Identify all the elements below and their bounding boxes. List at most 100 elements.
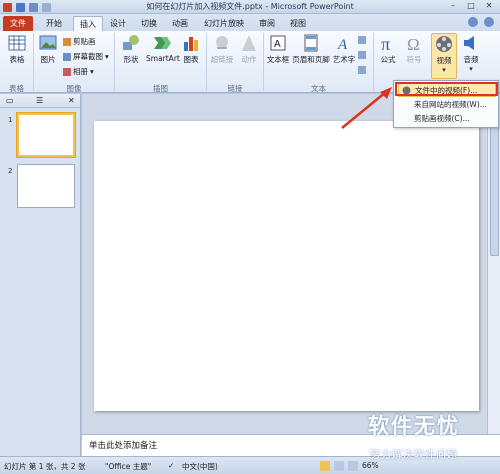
tab-file[interactable]: 文件 — [3, 16, 33, 31]
slide-thumbnail-1[interactable] — [17, 113, 75, 157]
textbox-label: 文本框 — [266, 55, 290, 64]
wordart-label: 艺术字 — [332, 55, 356, 64]
wordart-icon: A — [337, 37, 348, 52]
screenshot-button[interactable]: 屏幕截图 ▾ — [63, 51, 109, 62]
ribbon-controls — [468, 17, 494, 27]
vertical-scrollbar[interactable] — [487, 94, 500, 434]
hash-icon — [358, 51, 366, 59]
spellcheck-icon[interactable]: ✓ — [168, 461, 174, 470]
chevron-down-icon: ▾ — [105, 52, 109, 61]
normal-view-icon[interactable] — [320, 461, 330, 471]
scrollbar-thumb[interactable] — [490, 106, 499, 256]
tab-insert[interactable]: 插入 — [73, 16, 103, 31]
symbol-button[interactable]: Ω 符号 — [402, 34, 426, 65]
header-footer-button[interactable]: 页眉和页脚 — [292, 34, 330, 65]
menu-item-video-from-website[interactable]: 来自网站的视频(W)... — [398, 98, 496, 112]
video-button[interactable]: 视频 ▾ — [431, 33, 457, 79]
smartart-button[interactable]: SmartArt — [146, 34, 180, 63]
shapes-button[interactable]: 形状 — [118, 34, 144, 65]
picture-label: 图片 — [40, 55, 56, 64]
group-label-images: 图像 — [66, 84, 82, 93]
tab-slideshow[interactable]: 幻灯片放映 — [200, 16, 248, 31]
svg-text:Ω: Ω — [407, 35, 420, 52]
svg-text:π: π — [381, 34, 390, 52]
title-bar: 如何在幻灯片加入视频文件.pptx - Microsoft PowerPoint… — [0, 0, 500, 14]
textbox-icon: A — [270, 35, 286, 51]
slide-number-button[interactable] — [358, 51, 366, 59]
window-controls: – □ ✕ — [444, 0, 498, 12]
header-footer-icon — [304, 34, 318, 52]
minimize-ribbon-icon[interactable] — [468, 17, 478, 27]
clipart-label: 剪贴画 — [73, 37, 96, 46]
slides-tab-icon[interactable]: ▭ — [6, 96, 14, 105]
clipart-button[interactable]: 剪贴画 — [63, 36, 96, 47]
tab-transitions[interactable]: 切换 — [137, 16, 161, 31]
equation-label: 公式 — [380, 55, 396, 64]
date-time-button[interactable] — [358, 36, 366, 44]
header-footer-label: 页眉和页脚 — [292, 55, 330, 64]
pi-icon: π — [381, 34, 390, 52]
slide-thumbnail-2[interactable] — [17, 164, 75, 208]
group-label-links: 链接 — [227, 84, 243, 93]
film-reel-icon — [436, 36, 452, 52]
object-button[interactable] — [358, 66, 366, 74]
tab-design[interactable]: 设计 — [106, 16, 130, 31]
help-icon[interactable] — [484, 17, 494, 27]
table-button[interactable]: 表格 — [3, 34, 31, 65]
slide-number: 1 — [8, 116, 13, 124]
album-label: 相册 — [73, 67, 88, 76]
video-label: 视频 — [436, 56, 452, 65]
language[interactable]: 中文(中国) — [182, 461, 218, 472]
menu-item-label: 来自网站的视频(W)... — [414, 100, 487, 109]
album-button[interactable]: 相册 ▾ — [63, 66, 94, 77]
tab-review[interactable]: 审阅 — [255, 16, 279, 31]
audio-label: 音频 — [463, 55, 479, 64]
equation-button[interactable]: π 公式 — [376, 34, 400, 65]
svg-text:A: A — [337, 37, 348, 52]
slide-editor — [82, 94, 487, 434]
action-button[interactable]: 动作 — [238, 34, 260, 65]
minimize-button[interactable]: – — [444, 0, 462, 12]
chevron-down-icon: ▾ — [469, 65, 473, 73]
symbol-label: 符号 — [406, 55, 422, 64]
svg-text:A: A — [274, 39, 281, 50]
chevron-down-icon: ▾ — [90, 67, 94, 76]
slides-panel: ▭ ☰ ✕ 1 2 — [0, 94, 81, 456]
ribbon-tabs: 文件 开始 插入 设计 切换 动画 幻灯片放映 审阅 视图 — [0, 14, 500, 31]
shapes-icon — [123, 35, 139, 50]
close-panel-icon[interactable]: ✕ — [68, 96, 75, 105]
picture-button[interactable]: 图片 — [35, 34, 61, 65]
hyperlink-button[interactable]: 超链接 — [208, 34, 236, 65]
tab-home[interactable]: 开始 — [40, 16, 68, 31]
album-icon — [63, 67, 71, 76]
speaker-icon — [464, 36, 474, 50]
table-label: 表格 — [9, 55, 25, 64]
menu-item-clipart-video[interactable]: 剪贴画视频(C)... — [398, 112, 496, 126]
picture-icon — [39, 35, 57, 50]
chart-label: 图表 — [183, 55, 199, 64]
smartart-icon — [154, 37, 171, 49]
omega-icon: Ω — [407, 35, 420, 52]
shapes-label: 形状 — [123, 55, 139, 64]
close-button[interactable]: ✕ — [480, 0, 498, 12]
maximize-button[interactable]: □ — [462, 0, 480, 12]
outline-tab-icon[interactable]: ☰ — [36, 96, 43, 105]
tab-view[interactable]: 视图 — [286, 16, 310, 31]
slides-panel-header: ▭ ☰ ✕ — [0, 94, 80, 108]
screenshot-label: 屏幕截图 — [73, 52, 103, 61]
chart-button[interactable]: 图表 — [180, 34, 202, 65]
tab-animations[interactable]: 动画 — [168, 16, 192, 31]
wordart-button[interactable]: A 艺术字 — [331, 34, 357, 65]
callout-arrow-icon — [341, 87, 392, 129]
current-slide[interactable] — [94, 121, 479, 411]
textbox-button[interactable]: A 文本框 — [265, 34, 291, 65]
hyperlink-label: 超链接 — [210, 55, 234, 64]
screenshot-icon — [63, 52, 71, 61]
slide-sorter-icon[interactable] — [334, 461, 344, 471]
watermark: 软件无忧 努力解决软件问题 — [368, 410, 496, 470]
audio-button[interactable]: 音频 ▾ — [459, 34, 483, 73]
group-label-illustrations: 插图 — [153, 84, 168, 93]
reading-view-icon[interactable] — [348, 461, 358, 471]
watermark-title: 软件无忧 — [368, 414, 460, 438]
clipart-icon — [63, 37, 71, 46]
